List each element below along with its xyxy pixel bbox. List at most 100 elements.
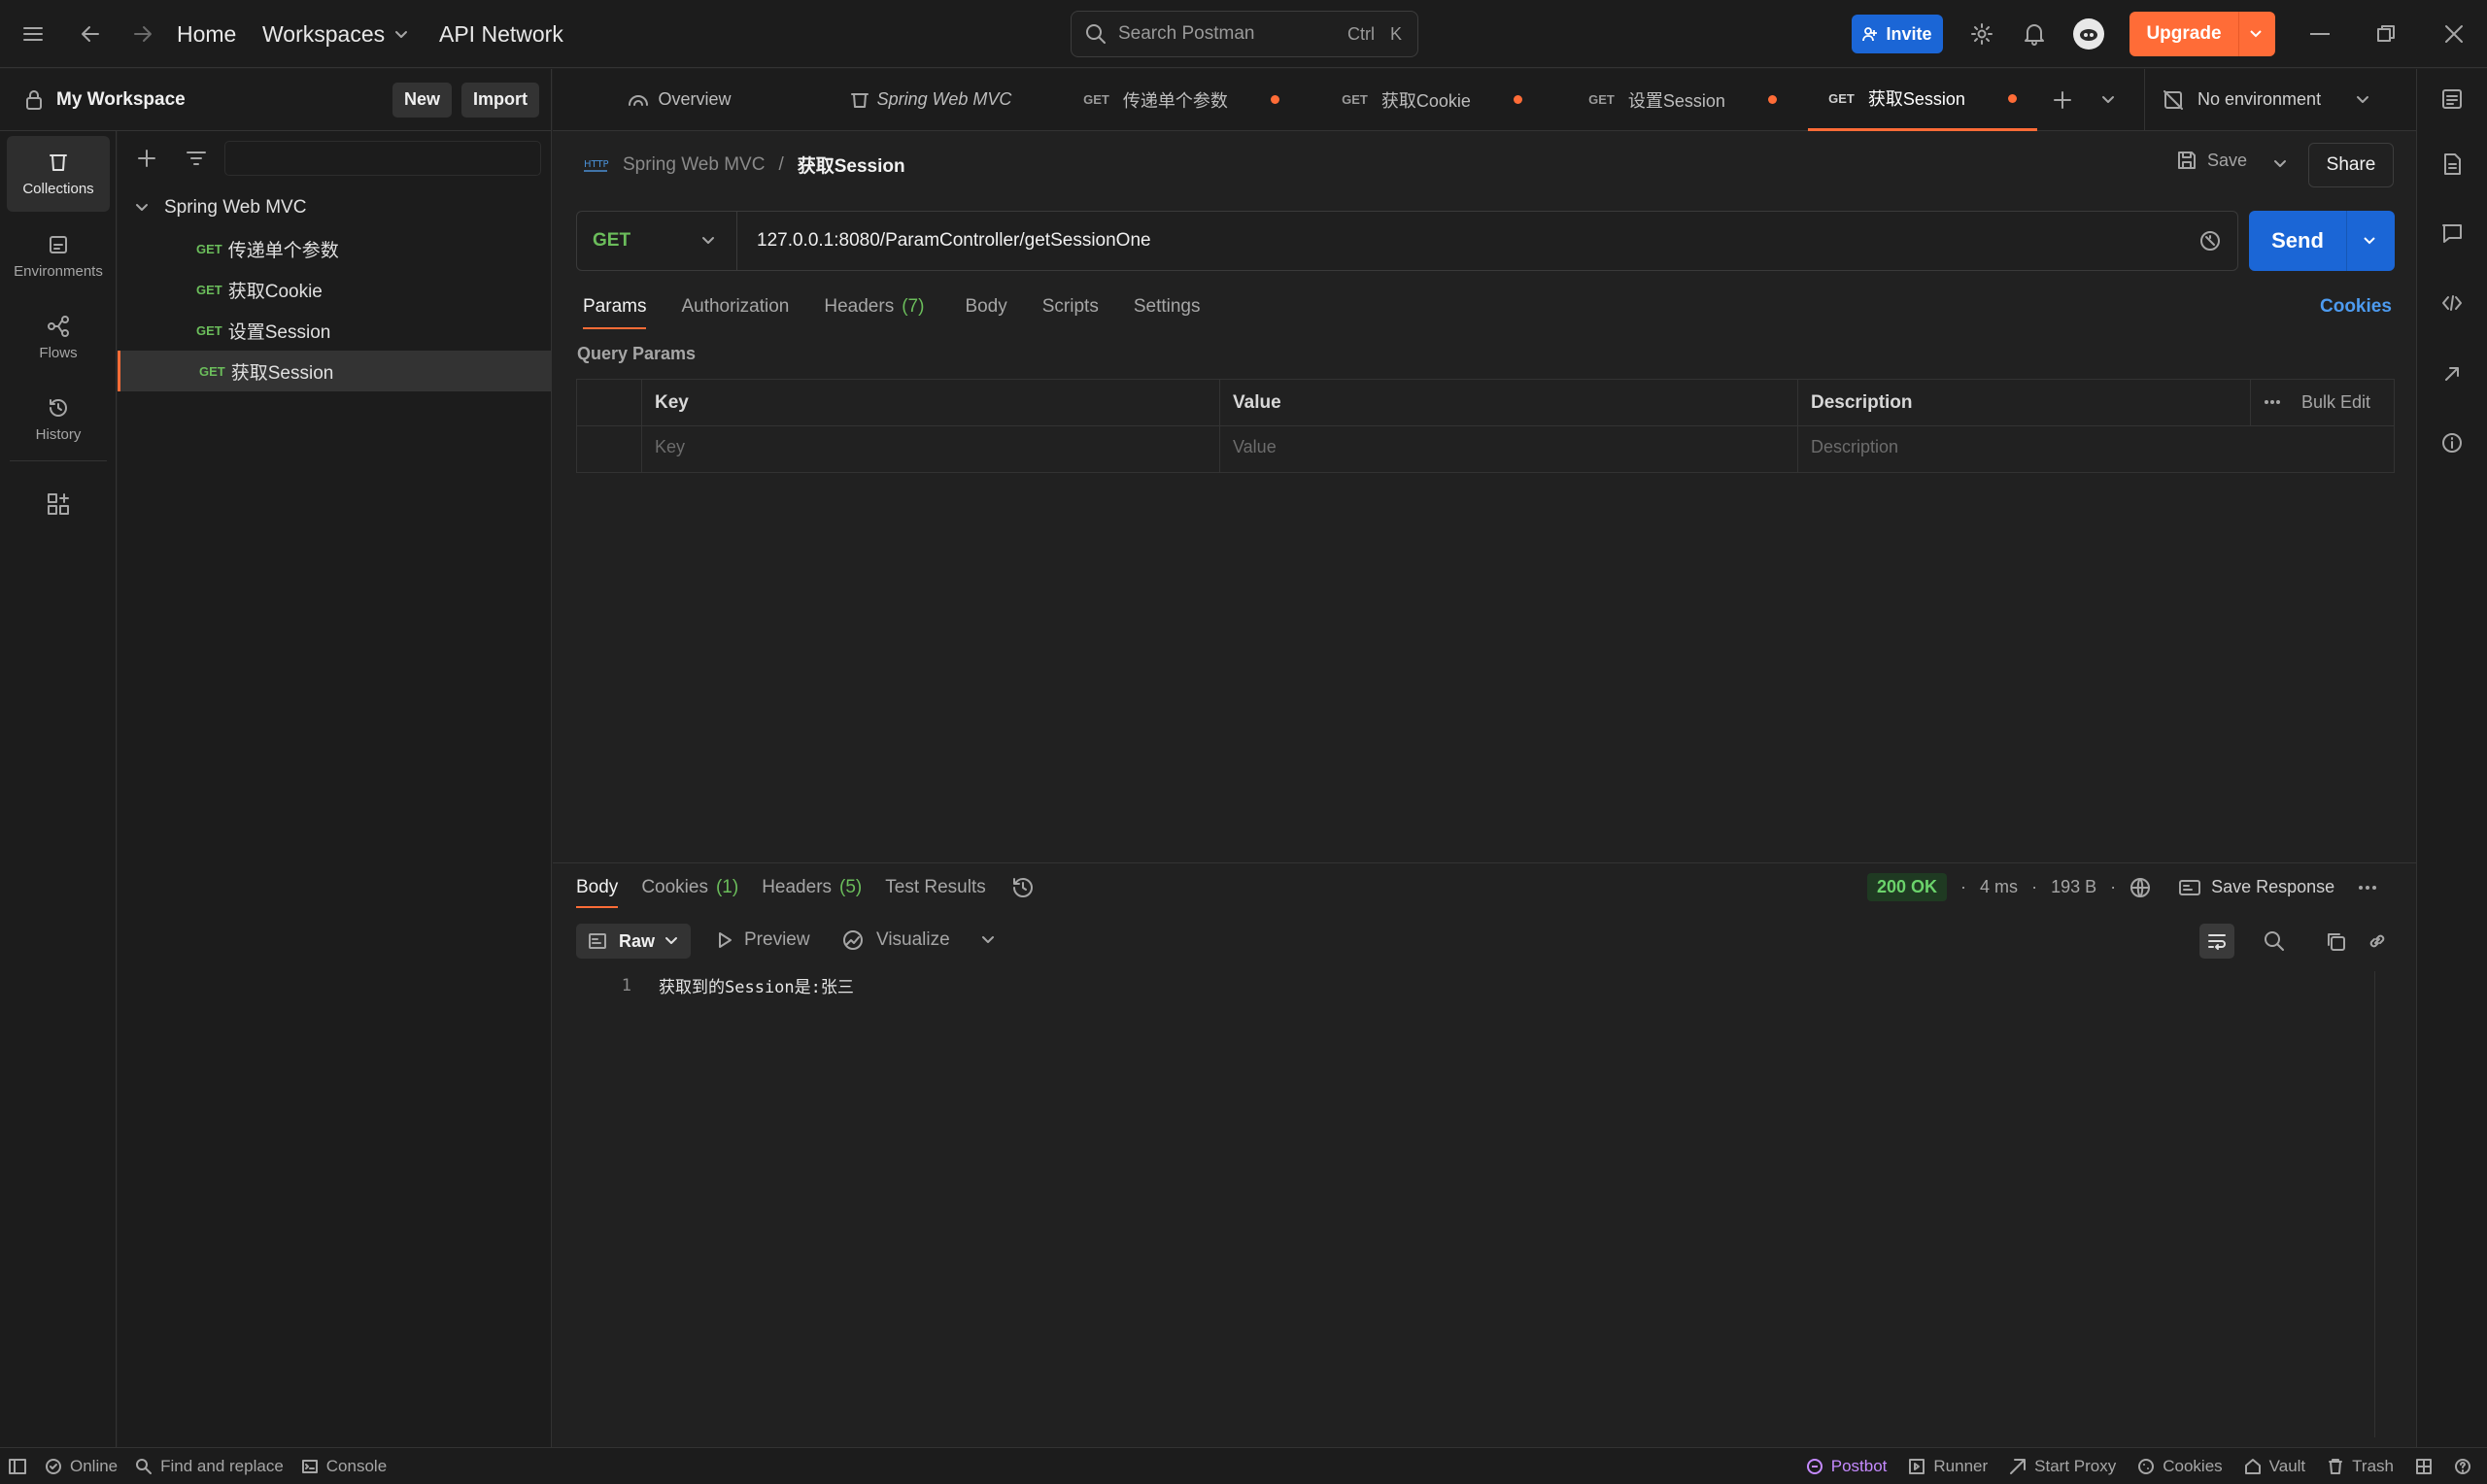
key-input[interactable]: Key — [655, 437, 685, 457]
cookies-link[interactable]: Cookies — [2320, 296, 2392, 318]
settings-gear-icon[interactable] — [1970, 22, 1993, 46]
response-scrollbar[interactable] — [2374, 971, 2375, 1437]
import-button[interactable]: Import — [461, 82, 539, 118]
share-button[interactable]: Share — [2308, 143, 2394, 187]
new-button[interactable]: New — [392, 82, 452, 118]
request-item[interactable]: GET 获取Cookie — [118, 269, 551, 310]
more-options-icon[interactable] — [2358, 885, 2377, 891]
save-options-chevron-icon[interactable] — [2273, 159, 2287, 169]
environment-selector[interactable]: No environment — [2144, 68, 2385, 131]
minimize-icon[interactable] — [2310, 33, 2330, 35]
response-size[interactable]: 193 B — [2051, 877, 2096, 897]
online-status[interactable]: Online — [45, 1457, 118, 1476]
trash-button[interactable]: Trash — [2327, 1457, 2394, 1476]
chevron-down-icon[interactable] — [2363, 236, 2376, 246]
subtab-settings[interactable]: Settings — [1134, 296, 1201, 329]
collection-spring-web-mvc[interactable]: Spring Web MVC — [135, 187, 552, 228]
toggle-sidebar-icon[interactable] — [8, 1458, 27, 1475]
avatar[interactable] — [2073, 18, 2104, 50]
cookies-button[interactable]: Cookies — [2137, 1457, 2223, 1476]
rail-history[interactable]: History — [7, 382, 110, 457]
filter-input[interactable] — [224, 141, 541, 176]
workspace-name[interactable]: My Workspace — [56, 89, 186, 111]
status-badge[interactable]: 200 OK — [1867, 873, 1948, 901]
tabs-overflow-chevron-icon[interactable] — [2101, 95, 2115, 105]
response-time[interactable]: 4 ms — [1980, 877, 2018, 897]
back-arrow-icon[interactable] — [80, 23, 101, 45]
vault-button[interactable]: Vault — [2244, 1457, 2305, 1476]
breadcrumb-collection[interactable]: Spring Web MVC — [623, 154, 765, 176]
rail-collections[interactable]: Collections — [7, 136, 110, 212]
filter-icon[interactable] — [186, 150, 207, 167]
subtab-params[interactable]: Params — [583, 296, 647, 329]
restore-icon[interactable] — [2376, 24, 2396, 44]
nav-api-network[interactable]: API Network — [439, 21, 563, 48]
request-item[interactable]: GET 传递单个参数 — [118, 228, 551, 269]
notification-bell-icon[interactable] — [2024, 22, 2045, 46]
response-tab-headers[interactable]: Headers (5) — [762, 877, 862, 908]
save-response-button[interactable]: Save Response — [2178, 877, 2334, 897]
save-button[interactable]: Save — [2176, 150, 2247, 171]
tab-collection[interactable]: Spring Web MVC — [805, 69, 1056, 131]
help-icon[interactable] — [2454, 1458, 2471, 1475]
network-globe-icon[interactable] — [2129, 877, 2151, 898]
more-options-icon[interactable] — [2264, 399, 2281, 405]
format-raw-select[interactable]: Raw — [576, 924, 691, 959]
new-tab-icon[interactable] — [2053, 90, 2072, 110]
subtab-body[interactable]: Body — [965, 296, 1006, 329]
preview-button[interactable]: Preview — [717, 929, 810, 951]
subtab-authorization[interactable]: Authorization — [681, 296, 789, 329]
forward-arrow-icon[interactable] — [132, 23, 153, 45]
url-input[interactable]: 127.0.0.1:8080/ParamController/getSessio… — [757, 230, 1151, 252]
search-response-icon[interactable] — [2264, 930, 2285, 952]
response-tab-body[interactable]: Body — [576, 877, 619, 908]
info-icon[interactable] — [2441, 432, 2463, 454]
rail-environments[interactable]: Environments — [7, 219, 110, 294]
menu-icon[interactable] — [21, 24, 45, 44]
wrap-lines-icon[interactable] — [2199, 924, 2234, 959]
tab-request-4-active[interactable]: GET 获取Session — [1808, 69, 2037, 131]
request-item[interactable]: GET 设置Session — [118, 310, 551, 351]
find-replace-button[interactable]: Find and replace — [135, 1457, 284, 1476]
rail-flows[interactable]: Flows — [7, 300, 110, 376]
value-input[interactable]: Value — [1233, 437, 1277, 457]
response-tab-cookies[interactable]: Cookies (1) — [641, 877, 738, 908]
runner-button[interactable]: Runner — [1908, 1457, 1988, 1476]
search-input[interactable]: Search Postman Ctrl K — [1071, 11, 1418, 57]
comments-icon[interactable] — [2441, 222, 2463, 244]
tab-request-3[interactable]: GET 设置Session — [1557, 69, 1808, 131]
tab-request-1[interactable]: GET 传递单个参数 — [1056, 69, 1307, 131]
related-collections-icon[interactable] — [2442, 364, 2462, 384]
send-button[interactable]: Send — [2249, 211, 2395, 271]
close-icon[interactable] — [2444, 24, 2464, 44]
nav-workspaces[interactable]: Workspaces — [262, 21, 408, 48]
nav-home[interactable]: Home — [177, 21, 236, 48]
visualize-button[interactable]: Visualize — [841, 929, 995, 951]
request-name[interactable]: 获取Session — [798, 152, 905, 178]
link-icon[interactable] — [2367, 930, 2388, 952]
bulk-edit-button[interactable]: Bulk Edit — [2301, 392, 2370, 413]
copy-icon[interactable] — [2325, 930, 2346, 952]
tab-request-2[interactable]: GET 获取Cookie — [1307, 69, 1557, 131]
start-proxy-button[interactable]: Start Proxy — [2009, 1457, 2116, 1476]
environment-quicklook-icon[interactable] — [2441, 88, 2463, 110]
layout-icon[interactable] — [2415, 1458, 2433, 1475]
documentation-icon[interactable] — [2442, 152, 2462, 176]
configure-sidebar-icon[interactable] — [47, 492, 70, 516]
subtab-headers[interactable]: Headers (7) — [824, 296, 924, 329]
response-history-icon[interactable] — [1011, 876, 1035, 909]
upgrade-button[interactable]: Upgrade — [2129, 12, 2275, 56]
tab-overview[interactable]: Overview — [553, 69, 805, 131]
response-tab-test-results[interactable]: Test Results — [885, 877, 985, 908]
url-variables-icon[interactable] — [2198, 229, 2222, 253]
description-input[interactable]: Description — [1811, 437, 1898, 457]
request-item-selected[interactable]: GET 获取Session — [118, 351, 551, 391]
subtab-scripts[interactable]: Scripts — [1042, 296, 1099, 329]
chevron-down-icon[interactable] — [2249, 29, 2263, 39]
invite-button[interactable]: Invite — [1852, 15, 1943, 53]
add-icon[interactable] — [137, 149, 156, 168]
postbot-button[interactable]: Postbot — [1806, 1457, 1887, 1476]
method-select[interactable]: GET — [577, 212, 737, 270]
code-icon[interactable] — [2441, 294, 2463, 312]
console-button[interactable]: Console — [301, 1457, 387, 1476]
